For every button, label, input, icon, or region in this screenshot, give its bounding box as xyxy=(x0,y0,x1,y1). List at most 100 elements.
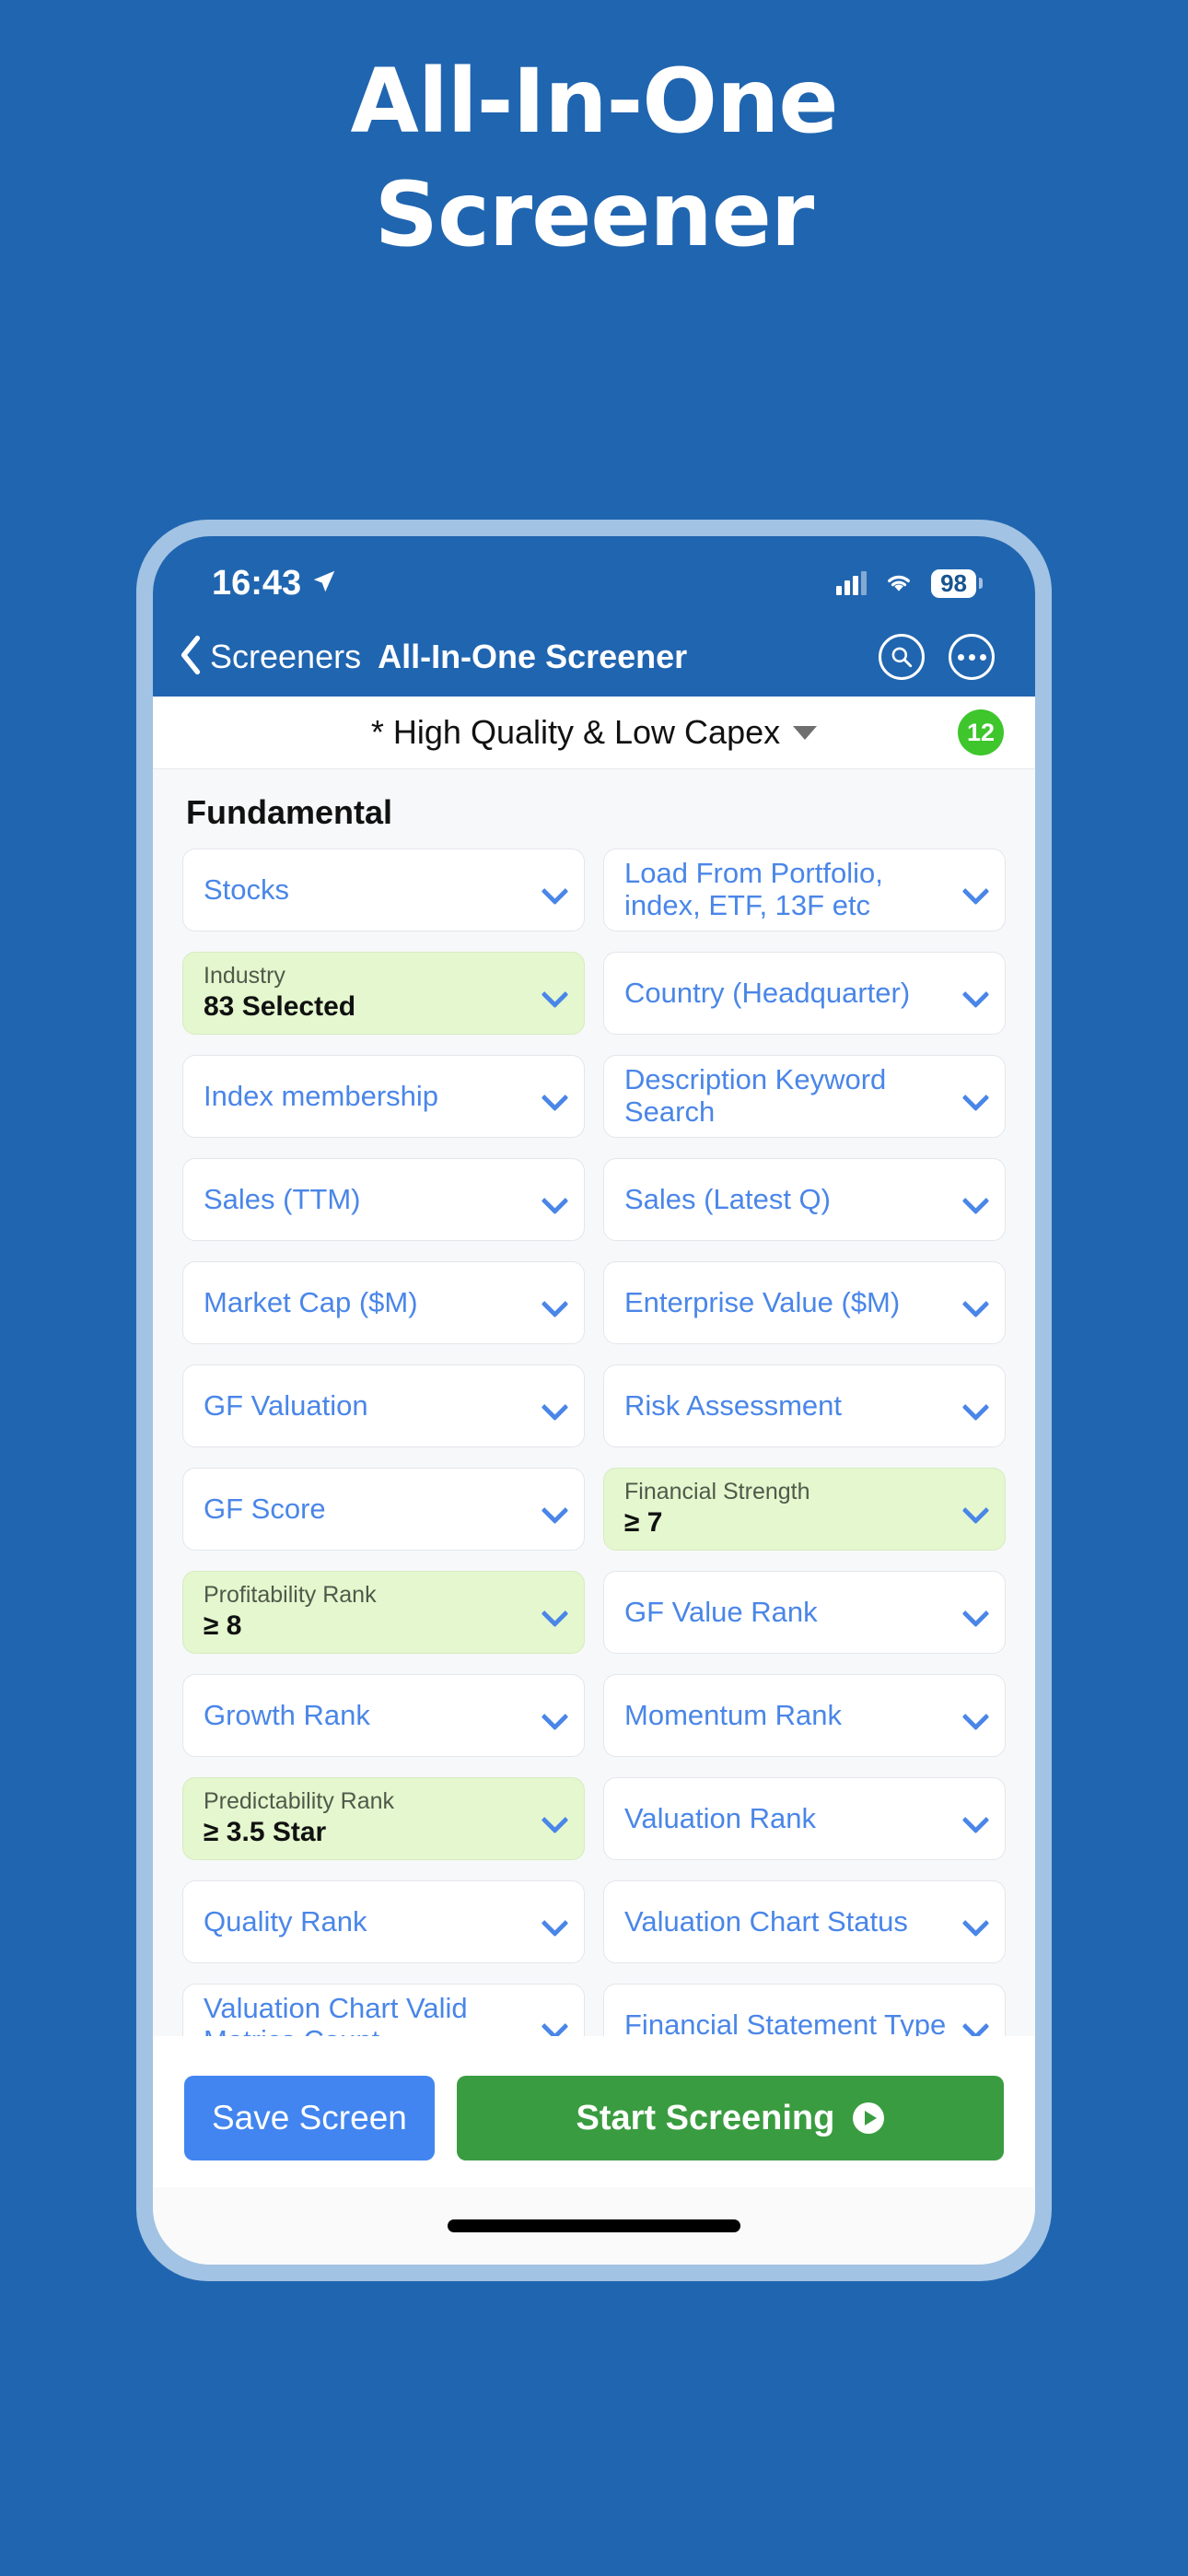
chevron-down-icon xyxy=(543,1910,567,1934)
filter-card-value: ≥ 7 xyxy=(624,1507,663,1539)
filter-card-label: GF Value Rank xyxy=(624,1595,818,1628)
chevron-down-icon xyxy=(543,1291,567,1315)
battery-indicator: 98 xyxy=(931,568,983,598)
chevron-down-icon xyxy=(964,1497,988,1521)
filter-card-label: Growth Rank xyxy=(204,1698,370,1731)
filter-card-text: Quality Rank xyxy=(204,1905,543,1938)
scroll-fade xyxy=(153,2036,1035,2049)
filter-card-index-membership[interactable]: Index membership xyxy=(182,1055,585,1138)
filter-card-gf-valuation[interactable]: GF Valuation xyxy=(182,1364,585,1447)
filter-card-text: Risk Assessment xyxy=(624,1388,964,1423)
chevron-down-icon xyxy=(964,1910,988,1934)
chevron-down-icon xyxy=(543,878,567,902)
filter-card-industry[interactable]: Industry 83 Selected xyxy=(182,952,585,1035)
save-screen-button[interactable]: Save Screen xyxy=(184,2076,435,2160)
filter-card-text: Load From Portfolio, index, ETF, 13F etc xyxy=(624,857,964,921)
filter-card-text: GF Value Rank xyxy=(624,1595,964,1629)
filter-card-label: GF Score xyxy=(204,1492,326,1525)
filter-count-badge: 12 xyxy=(958,709,1004,755)
filter-card-gf-score[interactable]: GF Score xyxy=(182,1468,585,1551)
status-bar: 16:43 98 xyxy=(153,536,1035,617)
filter-card-stocks[interactable]: Stocks xyxy=(182,849,585,931)
filter-card-description-keyword-search[interactable]: Description Keyword Search xyxy=(603,1055,1006,1138)
filter-card-gf-value-rank[interactable]: GF Value Rank xyxy=(603,1571,1006,1654)
filter-card-label: Enterprise Value ($M) xyxy=(624,1285,901,1318)
nav-actions xyxy=(879,634,995,680)
filter-card-label: Market Cap ($M) xyxy=(204,1285,418,1318)
nav-bar: Screeners All-In-One Screener xyxy=(153,617,1035,697)
section-title-fundamental: Fundamental xyxy=(186,793,393,831)
chevron-down-icon xyxy=(543,2013,567,2037)
chevron-down-icon xyxy=(543,1704,567,1727)
filter-card-text: Growth Rank xyxy=(204,1698,543,1732)
filter-card-label: Country (Headquarter) xyxy=(624,976,911,1009)
page-title: All-In-One Screener xyxy=(378,638,688,675)
filter-card-valuation-rank[interactable]: Valuation Rank xyxy=(603,1777,1006,1860)
chevron-down-icon xyxy=(543,1084,567,1108)
phone-screen: 16:43 98 Screeners All-In-One Screener *… xyxy=(153,536,1035,2265)
filter-card-label: Valuation Rank xyxy=(624,1801,816,1834)
home-indicator-area xyxy=(153,2187,1035,2265)
filter-card-text: Sales (TTM) xyxy=(204,1182,543,1216)
filter-card-country-headquarter[interactable]: Country (Headquarter) xyxy=(603,952,1006,1035)
filter-card-predictability-rank[interactable]: Predictability Rank ≥ 3.5 Star xyxy=(182,1777,585,1860)
chevron-down-icon xyxy=(964,1084,988,1108)
back-button-label: Screeners xyxy=(210,638,362,675)
filter-card-market-cap[interactable]: Market Cap ($M) xyxy=(182,1261,585,1344)
back-button[interactable]: Screeners xyxy=(179,635,361,680)
home-indicator[interactable] xyxy=(448,2219,740,2232)
hero-headline: All-In-One Screener xyxy=(0,55,1188,282)
start-screening-label: Start Screening xyxy=(576,2098,835,2137)
filter-card-valuation-chart-status[interactable]: Valuation Chart Status xyxy=(603,1880,1006,1963)
filter-card-text: Stocks xyxy=(204,873,543,907)
filter-card-value: ≥ 8 xyxy=(204,1610,242,1642)
filter-card-load-from-portfolio[interactable]: Load From Portfolio, index, ETF, 13F etc xyxy=(603,849,1006,931)
filter-card-profitability-rank[interactable]: Profitability Rank ≥ 8 xyxy=(182,1571,585,1654)
filter-card-risk-assessment[interactable]: Risk Assessment xyxy=(603,1364,1006,1447)
filter-card-enterprise-value[interactable]: Enterprise Value ($M) xyxy=(603,1261,1006,1344)
start-screening-button[interactable]: Start Screening xyxy=(456,2076,1004,2160)
filter-card-label: Sales (Latest Q) xyxy=(624,1182,831,1215)
filter-card-value: 83 Selected xyxy=(204,991,356,1023)
action-bar: Save Screen Start Screening xyxy=(153,2049,1035,2187)
chevron-down-icon xyxy=(543,1394,567,1418)
ellipsis-icon[interactable] xyxy=(949,634,995,680)
status-time: 16:43 xyxy=(212,563,302,603)
chevron-down-icon xyxy=(964,1704,988,1727)
chevron-down-icon xyxy=(543,1497,567,1521)
filter-card-label: Load From Portfolio, index, ETF, 13F etc xyxy=(624,857,883,921)
filter-card-value: ≥ 3.5 Star xyxy=(204,1817,327,1848)
filter-card-text: Valuation Rank xyxy=(624,1801,964,1835)
chevron-down-icon xyxy=(964,1807,988,1831)
filter-card-text: GF Score xyxy=(204,1493,543,1526)
filter-card-label: Momentum Rank xyxy=(624,1698,843,1731)
filter-card-sales-latest-q[interactable]: Sales (Latest Q) xyxy=(603,1158,1006,1241)
chevron-down-icon xyxy=(543,981,567,1005)
triangle-down-icon xyxy=(793,725,818,740)
chevron-down-icon xyxy=(964,2013,988,2037)
filter-card-sales-ttm[interactable]: Sales (TTM) xyxy=(182,1158,585,1241)
filter-card-label: Risk Assessment xyxy=(624,1388,843,1422)
filter-card-text: Valuation Chart Status xyxy=(624,1905,964,1938)
chevron-down-icon xyxy=(964,1188,988,1212)
filter-card-growth-rank[interactable]: Growth Rank xyxy=(182,1674,585,1757)
play-icon xyxy=(853,2102,885,2134)
filter-card-momentum-rank[interactable]: Momentum Rank xyxy=(603,1674,1006,1757)
filter-card-quality-rank[interactable]: Quality Rank xyxy=(182,1880,585,1963)
filter-card-text: Description Keyword Search xyxy=(624,1063,964,1128)
chevron-down-icon xyxy=(543,1188,567,1212)
search-icon[interactable] xyxy=(879,634,925,680)
filter-card-label: Description Keyword Search xyxy=(624,1063,887,1128)
filter-card-text: Sales (Latest Q) xyxy=(624,1182,964,1216)
filter-card-text: Index membership xyxy=(204,1079,543,1113)
chevron-down-icon xyxy=(964,1291,988,1315)
filter-card-label: Sales (TTM) xyxy=(204,1182,361,1215)
filter-card-financial-strength[interactable]: Financial Strength ≥ 7 xyxy=(603,1468,1006,1551)
filter-card-label: Index membership xyxy=(204,1079,439,1112)
chevron-left-icon xyxy=(179,635,203,680)
preset-selector[interactable]: * High Quality & Low Capex xyxy=(153,713,1035,752)
filters-scroll-area[interactable]: Fundamental Stocks Load From Portfolio, … xyxy=(153,769,1035,2049)
chevron-down-icon xyxy=(964,981,988,1005)
filter-card-label: Predictability Rank xyxy=(204,1788,395,1815)
filter-card-text: Industry 83 Selected xyxy=(204,963,543,1024)
